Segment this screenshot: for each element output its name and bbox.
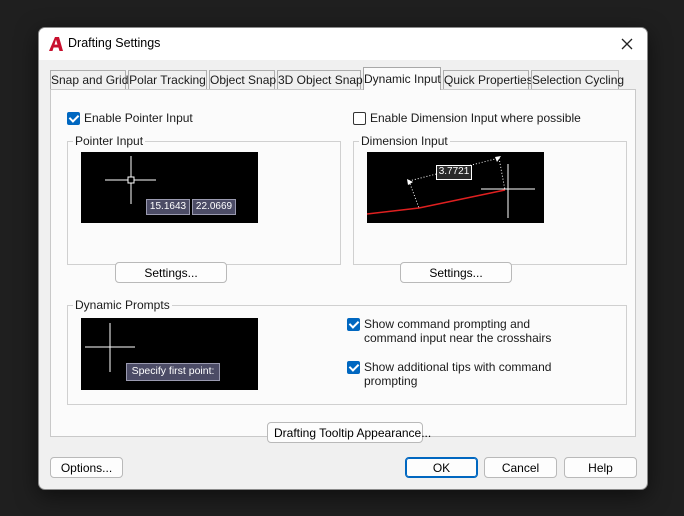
pointer-settings-button[interactable]: Settings...	[115, 262, 227, 283]
pointer-y-coordinate: 22.0669	[192, 199, 236, 215]
dimension-line-icon	[367, 156, 535, 218]
show-additional-tips-line2: prompting	[364, 374, 418, 388]
tab-snap-and-grid[interactable]: Snap and Grid	[50, 70, 128, 89]
enable-dimension-input-checkbox[interactable]	[353, 112, 366, 125]
show-command-prompting-checkbox[interactable]	[347, 318, 360, 331]
pointer-input-group-title: Pointer Input	[73, 134, 146, 148]
options-button[interactable]: Options...	[50, 457, 123, 478]
tab-object-snap[interactable]: Object Snap	[209, 70, 276, 89]
tab-polar-tracking[interactable]: Polar Tracking	[128, 70, 207, 89]
dimension-value-field: 3.7721	[436, 165, 472, 180]
window-title: Drafting Settings	[68, 36, 161, 50]
help-button[interactable]: Help	[564, 457, 637, 478]
title-bar: Drafting Settings	[39, 28, 647, 60]
enable-pointer-input-label[interactable]: Enable Pointer Input	[84, 111, 193, 125]
show-additional-tips-checkbox[interactable]	[347, 361, 360, 374]
dimension-input-preview: 3.7721	[367, 152, 544, 223]
autocad-a-icon	[49, 37, 63, 51]
tab-quick-properties[interactable]: Quick Properties	[443, 70, 533, 89]
show-command-prompting-label[interactable]: Show command prompting and command input…	[364, 317, 551, 345]
dynamic-prompts-group-title: Dynamic Prompts	[73, 298, 172, 312]
dimension-settings-button[interactable]: Settings...	[400, 262, 512, 283]
tab-3d-object-snap[interactable]: 3D Object Snap	[277, 70, 363, 89]
dynamic-prompts-preview: Specify first point:	[81, 318, 258, 390]
pointer-input-preview: 15.1643 22.0669	[81, 152, 258, 223]
show-additional-tips-label[interactable]: Show additional tips with command prompt…	[364, 360, 551, 388]
drafting-settings-dialog: Drafting Settings Snap and Grid Polar Tr…	[38, 27, 648, 490]
tab-dynamic-input[interactable]: Dynamic Input	[363, 67, 441, 90]
command-prompt-tooltip: Specify first point:	[126, 363, 220, 381]
tab-selection-cycling[interactable]: Selection Cycling	[531, 70, 624, 89]
enable-pointer-input-checkbox[interactable]	[67, 112, 80, 125]
show-command-prompting-line1: Show command prompting and	[364, 317, 531, 331]
dynamic-input-panel: Enable Pointer Input Enable Dimension In…	[50, 89, 636, 443]
cancel-button[interactable]: Cancel	[484, 457, 557, 478]
ok-button[interactable]: OK	[405, 457, 478, 478]
pointer-x-coordinate: 15.1643	[146, 199, 190, 215]
enable-dimension-input-label[interactable]: Enable Dimension Input where possible	[370, 111, 581, 125]
dimension-input-group-title: Dimension Input	[359, 134, 450, 148]
drafting-tooltip-appearance-button[interactable]: Drafting Tooltip Appearance...	[267, 422, 431, 443]
close-icon[interactable]	[615, 32, 639, 56]
show-additional-tips-line1: Show additional tips with command	[364, 360, 552, 374]
show-command-prompting-line2: command input near the crosshairs	[364, 331, 552, 345]
